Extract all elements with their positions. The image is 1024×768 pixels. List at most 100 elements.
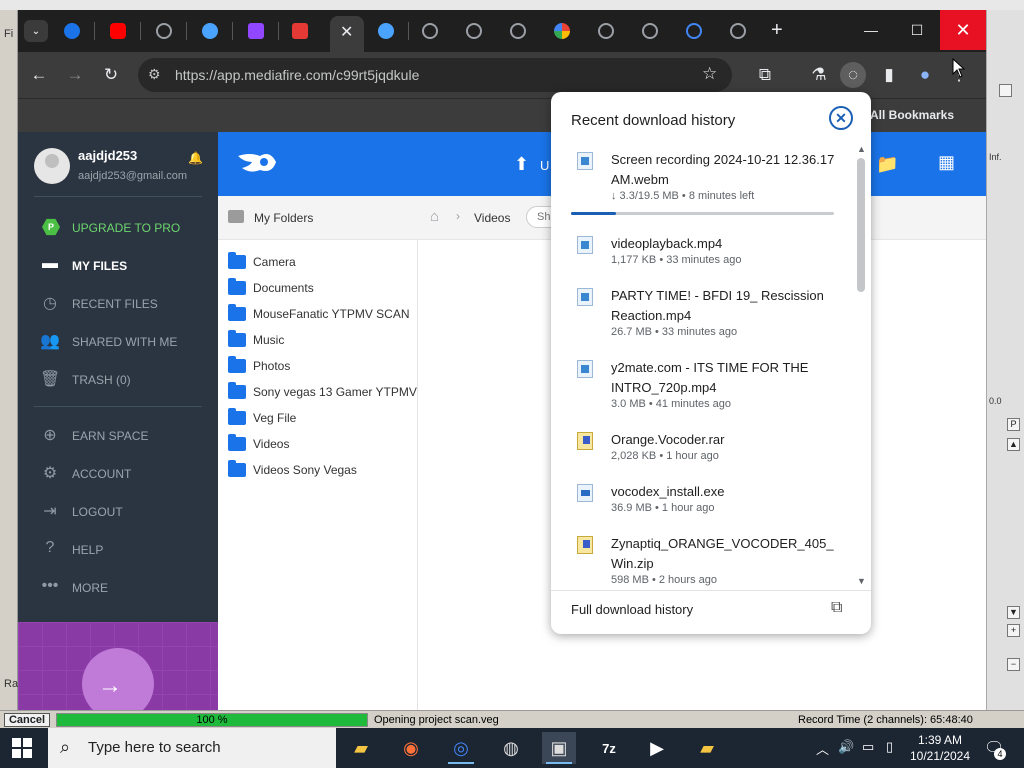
firefox-icon[interactable]: ◉: [394, 732, 428, 764]
forward-button[interactable]: →: [62, 62, 88, 88]
zoom-out-button[interactable]: −: [1007, 658, 1020, 671]
youtube-icon[interactable]: [110, 23, 126, 39]
globe-icon[interactable]: [730, 23, 746, 39]
grid-view-icon[interactable]: ▦: [938, 152, 955, 173]
folder-item[interactable]: Photos: [218, 354, 418, 378]
sidebar-item-shared[interactable]: 👥 SHARED WITH ME: [18, 326, 218, 356]
chevron-down-icon[interactable]: ▼: [857, 576, 866, 586]
folder-cloud-icon[interactable]: ▰: [690, 732, 724, 764]
site-info-icon[interactable]: ⚙: [148, 66, 161, 83]
folder-item[interactable]: Sony vegas 13 Gamer YTPMV: [218, 380, 418, 404]
media-player-icon[interactable]: ▶: [640, 732, 674, 764]
promo-banner[interactable]: →: [18, 622, 218, 710]
taskbar-search-box[interactable]: ⌕ Type here to search: [48, 728, 336, 768]
side-panel-icon[interactable]: ▮: [876, 62, 902, 88]
url-text[interactable]: https://app.mediafire.com/c99rt5jqdkule: [175, 67, 419, 83]
chevron-up-icon[interactable]: ︿: [816, 739, 829, 758]
7zip-icon[interactable]: 7z: [592, 732, 626, 764]
maximize-button[interactable]: ☐: [894, 10, 940, 50]
download-item[interactable]: videoplayback.mp4 1,177 KB • 33 minutes …: [551, 232, 856, 282]
scroll-down-button[interactable]: ▼: [1007, 606, 1020, 619]
labs-flask-icon[interactable]: ⚗: [806, 62, 832, 88]
sidebar-item-upgrade[interactable]: P UPGRADE TO PRO: [18, 212, 218, 242]
download-item[interactable]: Orange.Vocoder.rar 2,028 KB • 1 hour ago: [551, 428, 856, 478]
close-popup-button[interactable]: ✕: [829, 106, 853, 130]
folder-item[interactable]: Music: [218, 328, 418, 352]
avatar[interactable]: [34, 148, 70, 184]
folder-item[interactable]: Veg File: [218, 406, 418, 430]
chevron-up-icon[interactable]: ▲: [857, 144, 866, 154]
close-window-button[interactable]: ✕: [940, 10, 986, 50]
file-explorer-icon[interactable]: ▰: [344, 732, 378, 764]
sidebar-item-account[interactable]: ⚙ ACCOUNT: [18, 458, 218, 488]
scroll-up-button[interactable]: ▲: [1007, 438, 1020, 451]
new-tab-button[interactable]: +: [771, 19, 783, 42]
tab-favicon-icon[interactable]: [64, 23, 80, 39]
cancel-button[interactable]: Cancel: [4, 713, 50, 727]
bell-icon[interactable]: 🔔: [188, 151, 203, 165]
extensions-icon[interactable]: ⧉: [752, 62, 778, 88]
download-item[interactable]: vocodex_install.exe 36.9 MB • 1 hour ago: [551, 480, 856, 530]
folder-item[interactable]: Camera: [218, 250, 418, 274]
sidebar-item-help[interactable]: ? HELP: [18, 534, 218, 564]
taskbar-clock[interactable]: 1:39 AM 10/21/2024: [908, 732, 972, 764]
globe-icon[interactable]: [510, 23, 526, 39]
home-icon[interactable]: ⌂: [430, 208, 439, 225]
all-bookmarks-button[interactable]: All Bookmarks: [870, 108, 954, 122]
sidebar-item-more[interactable]: ••• MORE: [18, 572, 218, 602]
minimize-button[interactable]: —: [848, 10, 894, 50]
scrollbar-thumb[interactable]: [857, 158, 865, 292]
network-icon[interactable]: ▭: [862, 739, 874, 755]
download-item[interactable]: Zynaptiq_ORANGE_VOCODER_405_Win.zip 598 …: [551, 532, 856, 588]
mediafire-logo-icon[interactable]: [236, 150, 278, 174]
address-bar[interactable]: ⚙ https://app.mediafire.com/c99rt5jqdkul…: [138, 58, 732, 92]
download-item[interactable]: PARTY TIME! - BFDI 19_ Rescission Reacti…: [551, 284, 856, 354]
twitch-icon[interactable]: [248, 23, 264, 39]
mediafire-icon[interactable]: [202, 23, 218, 39]
battery-icon[interactable]: ▯: [886, 739, 893, 755]
sidebar-item-logout[interactable]: ⇥ LOGOUT: [18, 496, 218, 526]
speaker-icon[interactable]: 🔊: [838, 739, 854, 755]
globe-icon[interactable]: [156, 23, 172, 39]
download-icon[interactable]: [292, 23, 308, 39]
recorder-icon[interactable]: ◍: [494, 732, 528, 764]
upload-icon[interactable]: ⬆: [514, 154, 529, 175]
windows-start-icon[interactable]: [12, 738, 32, 758]
folder-item[interactable]: MouseFanatic YTPMV SCAN: [218, 302, 418, 326]
open-external-icon[interactable]: ⧉: [831, 599, 842, 617]
sidebar-item-my-files[interactable]: ▬ MY FILES: [18, 250, 218, 280]
globe-icon[interactable]: [642, 23, 658, 39]
folder-item[interactable]: Videos: [218, 432, 418, 456]
sidebar-item-trash[interactable]: 🗑 TRASH (0): [18, 364, 218, 394]
sidebar-item-recent-files[interactable]: ◷ RECENT FILES: [18, 288, 218, 318]
bookmark-star-icon[interactable]: ☆: [702, 64, 717, 84]
downloads-icon[interactable]: ◌: [840, 62, 866, 88]
tab-search-button[interactable]: ⌄: [24, 20, 48, 42]
upload-button[interactable]: U: [540, 158, 549, 173]
globe-icon[interactable]: [598, 23, 614, 39]
folder-item[interactable]: Videos Sony Vegas: [218, 458, 418, 482]
breadcrumb-current[interactable]: Videos: [474, 211, 510, 225]
download-list-scrollbar[interactable]: ▲ ▼: [853, 144, 869, 590]
my-folders-header[interactable]: My Folders: [218, 196, 418, 240]
reload-button[interactable]: ↻: [98, 62, 124, 88]
full-history-link[interactable]: Full download history ⧉: [551, 590, 871, 634]
globe-icon[interactable]: [422, 23, 438, 39]
sony-vegas-icon[interactable]: ▣: [542, 732, 576, 764]
mediafire-icon[interactable]: [378, 23, 394, 39]
chrome-icon[interactable]: ◎: [444, 732, 478, 764]
search-icon[interactable]: [686, 23, 702, 39]
profile-icon[interactable]: ●: [912, 62, 938, 88]
back-button[interactable]: ←: [26, 62, 52, 88]
download-item[interactable]: Screen recording 2024-10-21 12.36.17 AM.…: [551, 148, 856, 226]
zoom-in-button[interactable]: +: [1007, 624, 1020, 637]
globe-icon[interactable]: [466, 23, 482, 39]
sidebar-item-earn-space[interactable]: ⊕ EARN SPACE: [18, 420, 218, 450]
panel-button[interactable]: [999, 84, 1012, 97]
new-folder-icon[interactable]: 📁: [876, 154, 898, 175]
download-item[interactable]: y2mate.com - ITS TIME FOR THE INTRO_720p…: [551, 356, 856, 426]
close-tab-icon[interactable]: ✕: [340, 22, 353, 42]
google-icon[interactable]: [554, 23, 570, 39]
folder-item[interactable]: Documents: [218, 276, 418, 300]
panel-button[interactable]: P: [1007, 418, 1020, 431]
